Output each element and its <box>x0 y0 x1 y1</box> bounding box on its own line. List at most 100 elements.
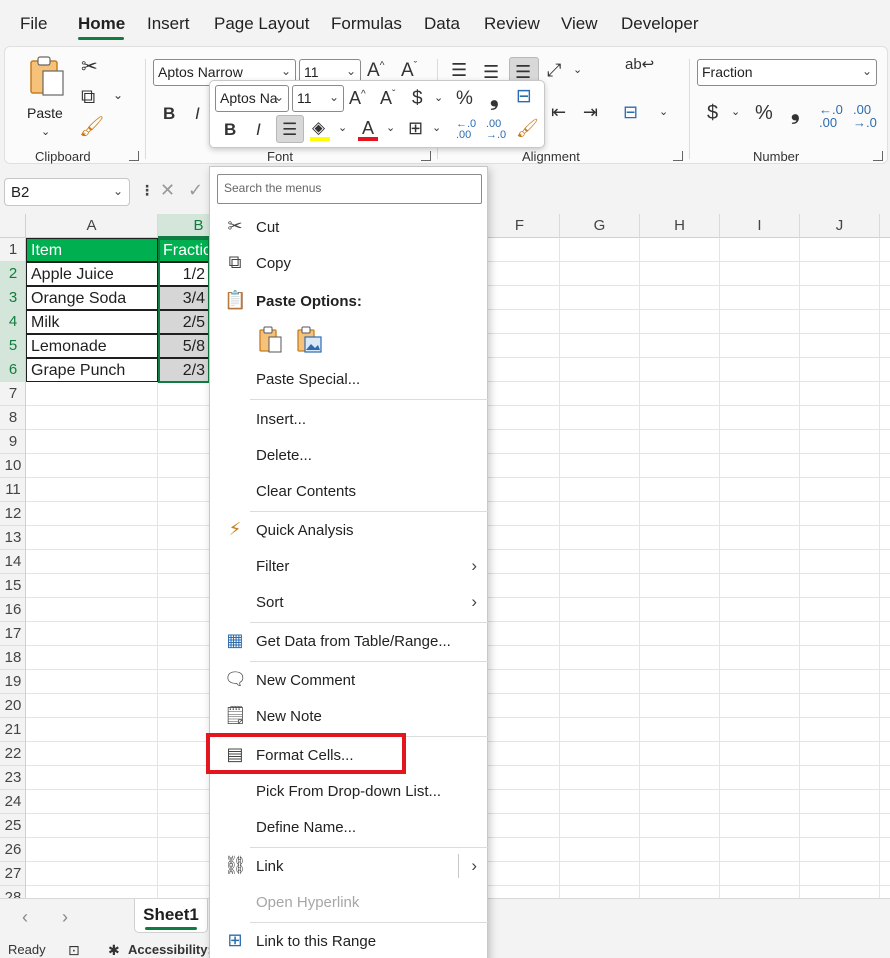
tab-data[interactable]: Data <box>424 14 460 34</box>
decrease-font-icon[interactable]: Aˇ <box>380 89 395 107</box>
format-painter-icon[interactable]: 🖌 <box>79 117 104 137</box>
tab-review[interactable]: Review <box>484 14 540 34</box>
column-header-f[interactable]: F <box>480 214 560 238</box>
row-header-23[interactable]: 23 <box>0 766 25 790</box>
borders-icon[interactable]: ⊞ <box>408 119 423 137</box>
merge-center-icon[interactable]: ⊟ <box>516 87 532 106</box>
decrease-decimal-icon[interactable]: .00 →.0 <box>853 103 877 129</box>
tab-formulas[interactable]: Formulas <box>331 14 402 34</box>
menu-search-input[interactable]: Search the menus <box>217 174 482 204</box>
row-header-1[interactable]: 1 <box>0 238 25 262</box>
row-header-22[interactable]: 22 <box>0 742 25 766</box>
row-header-2[interactable]: 2 <box>0 262 25 286</box>
row-header-5[interactable]: 5 <box>0 334 25 358</box>
cancel-icon[interactable]: ✕ <box>160 180 175 201</box>
tab-file[interactable]: File <box>20 14 47 34</box>
column-header-a[interactable]: A <box>26 214 158 238</box>
row-header-25[interactable]: 25 <box>0 814 25 838</box>
sheet-tab-sheet1[interactable]: Sheet1 <box>134 899 208 933</box>
row-header-10[interactable]: 10 <box>0 454 25 478</box>
cell-a2[interactable]: Apple Juice <box>26 262 158 286</box>
chevron-down-icon[interactable]: ⌄ <box>386 123 395 134</box>
select-all-corner[interactable] <box>0 214 26 238</box>
menu-item-new-comment[interactable]: 🗨 New Comment <box>210 664 489 698</box>
cell-a6[interactable]: Grape Punch <box>26 358 158 382</box>
cell-a5[interactable]: Lemonade <box>26 334 158 358</box>
dialog-launcher-icon[interactable] <box>673 151 683 161</box>
column-header-g[interactable]: G <box>560 214 640 238</box>
cut-icon[interactable]: ✂ <box>81 57 98 77</box>
scroll-left-icon[interactable]: ‹ <box>22 907 28 928</box>
row-header-7[interactable]: 7 <box>0 382 25 406</box>
row-header-14[interactable]: 14 <box>0 550 25 574</box>
increase-decimal-icon[interactable]: ←.0.00 <box>456 119 476 141</box>
enter-icon[interactable]: ✓ <box>188 180 203 201</box>
row-header-17[interactable]: 17 <box>0 622 25 646</box>
format-painter-icon[interactable]: 🖌 <box>516 119 539 137</box>
decrease-font-icon[interactable]: Aˇ <box>401 61 417 80</box>
row-header-28[interactable]: 28 <box>0 886 25 898</box>
row-header-19[interactable]: 19 <box>0 670 25 694</box>
row-header-6[interactable]: 6 <box>0 358 25 382</box>
currency-icon[interactable]: $ <box>707 103 718 123</box>
paste-default-icon[interactable] <box>256 325 286 355</box>
dialog-launcher-icon[interactable] <box>421 151 431 161</box>
row-header-27[interactable]: 27 <box>0 862 25 886</box>
cell-a3[interactable]: Orange Soda <box>26 286 158 310</box>
cell-a4[interactable]: Milk <box>26 310 158 334</box>
row-header-16[interactable]: 16 <box>0 598 25 622</box>
chevron-down-icon[interactable]: ⌄ <box>434 93 443 104</box>
row-header-11[interactable]: 11 <box>0 478 25 502</box>
more-options-icon[interactable]: ⋮ <box>140 182 154 199</box>
column-header-i[interactable]: I <box>720 214 800 238</box>
menu-item-pick-dropdown[interactable]: Pick From Drop-down List... <box>210 775 489 809</box>
column-header-j[interactable]: J <box>800 214 880 238</box>
chevron-down-icon[interactable]: ⌄ <box>338 123 347 134</box>
copy-icon[interactable]: ⧉ <box>81 87 95 107</box>
chevron-right-icon[interactable]: › <box>471 856 477 876</box>
menu-item-define-name[interactable]: Define Name... <box>210 811 489 845</box>
cell-a1[interactable]: Item <box>26 238 158 262</box>
menu-item-quick-analysis[interactable]: ⚡ Quick Analysis <box>210 514 489 548</box>
menu-item-link[interactable]: ⛓ Link › <box>210 850 489 884</box>
dialog-launcher-icon[interactable] <box>129 151 139 161</box>
center-align-button[interactable]: ☰ <box>276 115 304 143</box>
bold-icon[interactable]: B <box>163 105 175 122</box>
percent-icon[interactable]: % <box>755 103 773 123</box>
scroll-right-icon[interactable]: › <box>62 907 68 928</box>
dialog-launcher-icon[interactable] <box>873 151 883 161</box>
row-header-13[interactable]: 13 <box>0 526 25 550</box>
italic-icon[interactable]: I <box>256 121 261 138</box>
paste-picture-icon[interactable] <box>294 325 324 355</box>
accessibility-icon[interactable]: ✱ <box>108 942 120 958</box>
comma-style-icon[interactable]: ❟ <box>791 101 800 123</box>
mini-font-name-combo[interactable]: Aptos Na ⌄ <box>215 85 289 112</box>
chevron-down-icon[interactable]: ⌄ <box>731 107 740 118</box>
wrap-text-icon[interactable]: ab↩ <box>625 57 654 72</box>
increase-font-icon[interactable]: A^ <box>349 89 366 107</box>
chevron-down-icon[interactable]: ⌄ <box>573 65 582 76</box>
fill-color-icon[interactable]: ◈ <box>312 119 325 136</box>
row-header-21[interactable]: 21 <box>0 718 25 742</box>
menu-item-delete[interactable]: Delete... <box>210 439 489 473</box>
row-header-3[interactable]: 3 <box>0 286 25 310</box>
mini-font-size-combo[interactable]: 11 ⌄ <box>292 85 344 112</box>
font-color-icon[interactable]: A <box>362 119 374 137</box>
status-accessibility[interactable]: Accessibility: <box>128 942 212 957</box>
increase-indent-icon[interactable]: ⇥ <box>583 103 598 121</box>
menu-item-paste-special[interactable]: Paste Special... <box>210 363 489 397</box>
name-box[interactable]: B2 ⌄ <box>4 178 130 206</box>
chevron-down-icon[interactable]: ⌄ <box>432 123 441 134</box>
chevron-down-icon[interactable]: ⌄ <box>113 89 123 101</box>
tab-home[interactable]: Home <box>78 14 125 34</box>
increase-decimal-icon[interactable]: ←.0.00 <box>819 103 843 129</box>
menu-item-get-data[interactable]: ▦ Get Data from Table/Range... <box>210 625 489 659</box>
row-header-4[interactable]: 4 <box>0 310 25 334</box>
paste-button[interactable]: Paste ⌄ <box>23 55 67 141</box>
menu-item-copy[interactable]: ⧉ Copy <box>210 247 489 281</box>
decrease-indent-icon[interactable]: ⇤ <box>551 103 566 121</box>
decrease-decimal-icon[interactable]: .00 →.0 <box>486 119 506 141</box>
row-header-18[interactable]: 18 <box>0 646 25 670</box>
row-header-9[interactable]: 9 <box>0 430 25 454</box>
menu-item-sort[interactable]: Sort › <box>210 586 489 620</box>
